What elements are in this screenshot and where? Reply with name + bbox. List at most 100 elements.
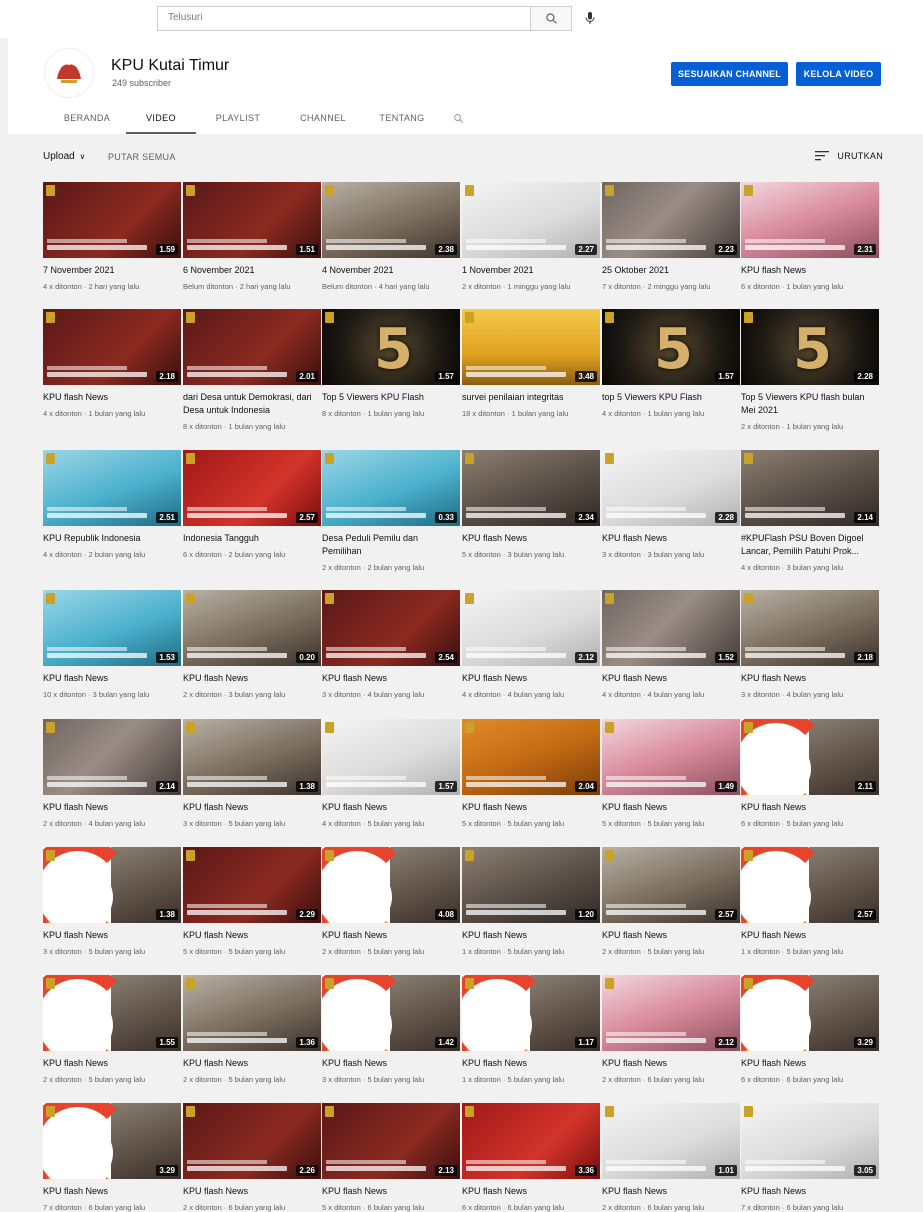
video-card[interactable]: 1.01 KPU flash News 2 x ditonton · 6 bulan… bbox=[602, 1103, 740, 1212]
video-card[interactable]: 2.13 KPU flash News 5 x ditonton · 6 bulan… bbox=[322, 1103, 460, 1212]
video-title[interactable]: KPU flash News bbox=[322, 672, 460, 685]
video-title[interactable]: KPU flash News bbox=[43, 672, 181, 685]
video-title[interactable]: KPU flash News bbox=[741, 1185, 879, 1198]
tab-about[interactable]: TENTANG bbox=[366, 108, 438, 134]
video-card[interactable]: 2.57 Indonesia Tangguh 6 x ditonton · 2 bu… bbox=[183, 450, 321, 559]
video-thumbnail[interactable]: 2.18 bbox=[741, 590, 879, 666]
video-title[interactable]: KPU flash News bbox=[462, 929, 600, 942]
video-title[interactable]: survei penilaian integritas bbox=[462, 391, 600, 404]
video-thumbnail[interactable]: 3.29 bbox=[43, 1103, 181, 1179]
video-title[interactable]: KPU flash News bbox=[602, 1185, 740, 1198]
video-card[interactable]: 2.01 dari Desa untuk Demokrasi, dari Desa… bbox=[183, 309, 321, 431]
video-card[interactable]: 2.57 KPU flash News 1 x ditonton · 5 bulan… bbox=[741, 847, 879, 956]
video-thumbnail[interactable]: 1.55 bbox=[43, 975, 181, 1051]
video-card[interactable]: 2.11 KPU flash News 6 x ditonton · 5 bulan… bbox=[741, 719, 879, 828]
video-thumbnail[interactable]: 2.34 bbox=[462, 450, 600, 526]
video-thumbnail[interactable]: 2.57 bbox=[183, 450, 321, 526]
video-card[interactable]: 3.29 KPU flash News 7 x ditonton · 6 bulan… bbox=[43, 1103, 181, 1212]
video-card[interactable]: 2.23 25 Oktober 2021 7 x ditonton · 2 ming… bbox=[602, 182, 740, 291]
video-title[interactable]: KPU flash News bbox=[462, 801, 600, 814]
tab-videos[interactable]: VIDEO bbox=[126, 108, 196, 134]
search-button[interactable] bbox=[530, 7, 571, 30]
video-card[interactable]: 0.33 Desa Peduli Pemilu dan Pemilihan 2 x … bbox=[322, 450, 460, 572]
video-thumbnail[interactable]: 2.14 bbox=[741, 450, 879, 526]
video-title[interactable]: KPU flash News bbox=[741, 672, 879, 685]
video-card[interactable]: 4.08 KPU flash News 2 x ditonton · 5 bulan… bbox=[322, 847, 460, 956]
video-title[interactable]: #KPUFlash PSU Boven Digoel Lancar, Pemil… bbox=[741, 532, 879, 558]
video-thumbnail[interactable]: 1.38 bbox=[43, 847, 181, 923]
video-card[interactable]: 1.42 KPU flash News 3 x ditonton · 5 bulan… bbox=[322, 975, 460, 1084]
video-title[interactable]: dari Desa untuk Demokrasi, dari Desa unt… bbox=[183, 391, 321, 417]
video-card[interactable]: 2.28 KPU flash News 3 x ditonton · 3 bulan… bbox=[602, 450, 740, 559]
upload-filter-dropdown[interactable]: Upload ∨ bbox=[43, 151, 85, 162]
video-card[interactable]: 2.26 KPU flash News 2 x ditonton · 6 bulan… bbox=[183, 1103, 321, 1212]
video-thumbnail[interactable]: 0.20 bbox=[183, 590, 321, 666]
video-thumbnail[interactable]: 1.42 bbox=[322, 975, 460, 1051]
video-card[interactable]: 1.59 7 November 2021 4 x ditonton · 2 hari… bbox=[43, 182, 181, 291]
video-card[interactable]: 3.48 survei penilaian integritas 18 x dito… bbox=[462, 309, 600, 418]
video-thumbnail[interactable]: 2.26 bbox=[183, 1103, 321, 1179]
video-title[interactable]: KPU flash News bbox=[462, 1057, 600, 1070]
video-thumbnail[interactable]: 1.38 bbox=[183, 719, 321, 795]
video-thumbnail[interactable]: 2.23 bbox=[602, 182, 740, 258]
video-title[interactable]: 4 November 2021 bbox=[322, 264, 460, 277]
video-thumbnail[interactable]: 2.04 bbox=[462, 719, 600, 795]
video-title[interactable]: KPU flash News bbox=[462, 532, 600, 545]
video-title[interactable]: KPU flash News bbox=[462, 672, 600, 685]
video-card[interactable]: 1.38 KPU flash News 3 x ditonton · 5 bulan… bbox=[183, 719, 321, 828]
video-thumbnail[interactable]: 2.18 bbox=[43, 309, 181, 385]
video-thumbnail[interactable]: 1.01 bbox=[602, 1103, 740, 1179]
video-card[interactable]: 2.18 KPU flash News 4 x ditonton · 1 bulan… bbox=[43, 309, 181, 418]
video-thumbnail[interactable]: 0.33 bbox=[322, 450, 460, 526]
video-thumbnail[interactable]: 3.48 bbox=[462, 309, 600, 385]
video-title[interactable]: KPU flash News bbox=[322, 1185, 460, 1198]
video-thumbnail[interactable]: 3.36 bbox=[462, 1103, 600, 1179]
video-card[interactable]: 1.51 6 November 2021 Belum ditonton · 2 ha… bbox=[183, 182, 321, 291]
video-title[interactable]: 7 November 2021 bbox=[43, 264, 181, 277]
video-thumbnail[interactable]: 2.57 bbox=[741, 847, 879, 923]
video-thumbnail[interactable]: 2.11 bbox=[741, 719, 879, 795]
video-card[interactable]: 2.04 KPU flash News 5 x ditonton · 5 bulan… bbox=[462, 719, 600, 828]
video-thumbnail[interactable]: 2.54 bbox=[322, 590, 460, 666]
video-thumbnail[interactable]: 5 1.57 bbox=[322, 309, 460, 385]
video-title[interactable]: KPU flash News bbox=[602, 1057, 740, 1070]
video-card[interactable]: 2.29 KPU flash News 5 x ditonton · 5 bulan… bbox=[183, 847, 321, 956]
video-title[interactable]: KPU flash News bbox=[602, 929, 740, 942]
video-thumbnail[interactable]: 2.29 bbox=[183, 847, 321, 923]
video-thumbnail[interactable]: 1.53 bbox=[43, 590, 181, 666]
video-thumbnail[interactable]: 1.49 bbox=[602, 719, 740, 795]
video-thumbnail[interactable]: 2.12 bbox=[602, 975, 740, 1051]
video-title[interactable]: KPU flash News bbox=[183, 672, 321, 685]
video-thumbnail[interactable]: 1.52 bbox=[602, 590, 740, 666]
video-title[interactable]: KPU flash News bbox=[43, 1057, 181, 1070]
video-card[interactable]: 1.49 KPU flash News 5 x ditonton · 5 bulan… bbox=[602, 719, 740, 828]
video-title[interactable]: KPU Republik Indonesia bbox=[43, 532, 181, 545]
video-thumbnail[interactable]: 2.12 bbox=[462, 590, 600, 666]
video-title[interactable]: KPU flash News bbox=[43, 801, 181, 814]
video-thumbnail[interactable]: 2.51 bbox=[43, 450, 181, 526]
video-thumbnail[interactable]: 1.17 bbox=[462, 975, 600, 1051]
video-thumbnail[interactable]: 1.36 bbox=[183, 975, 321, 1051]
video-title[interactable]: KPU flash News bbox=[741, 929, 879, 942]
channel-avatar[interactable] bbox=[44, 48, 94, 98]
video-title[interactable]: KPU flash News bbox=[43, 929, 181, 942]
video-card[interactable]: 2.14 KPU flash News 2 x ditonton · 4 bulan… bbox=[43, 719, 181, 828]
video-thumbnail[interactable]: 2.38 bbox=[322, 182, 460, 258]
video-thumbnail[interactable]: 1.51 bbox=[183, 182, 321, 258]
video-card[interactable]: 1.52 KPU flash News 4 x ditonton · 4 bulan… bbox=[602, 590, 740, 699]
video-thumbnail[interactable]: 4.08 bbox=[322, 847, 460, 923]
video-thumbnail[interactable]: 3.05 bbox=[741, 1103, 879, 1179]
video-title[interactable]: KPU flash News bbox=[741, 801, 879, 814]
video-title[interactable]: Top 5 Viewers KPU flash bulan Mei 2021 bbox=[741, 391, 879, 417]
video-thumbnail[interactable]: 3.29 bbox=[741, 975, 879, 1051]
tab-playlists[interactable]: PLAYLIST bbox=[196, 108, 280, 134]
video-card[interactable]: 2.18 KPU flash News 3 x ditonton · 4 bulan… bbox=[741, 590, 879, 699]
video-title[interactable]: 1 November 2021 bbox=[462, 264, 600, 277]
video-title[interactable]: Indonesia Tangguh bbox=[183, 532, 321, 545]
video-title[interactable]: 6 November 2021 bbox=[183, 264, 321, 277]
video-card[interactable]: 2.27 1 November 2021 2 x ditonton · 1 ming… bbox=[462, 182, 600, 291]
video-title[interactable]: KPU flash News bbox=[43, 391, 181, 404]
video-card[interactable]: 1.55 KPU flash News 2 x ditonton · 5 bulan… bbox=[43, 975, 181, 1084]
video-card[interactable]: 2.12 KPU flash News 2 x ditonton · 6 bulan… bbox=[602, 975, 740, 1084]
video-thumbnail[interactable]: 1.59 bbox=[43, 182, 181, 258]
